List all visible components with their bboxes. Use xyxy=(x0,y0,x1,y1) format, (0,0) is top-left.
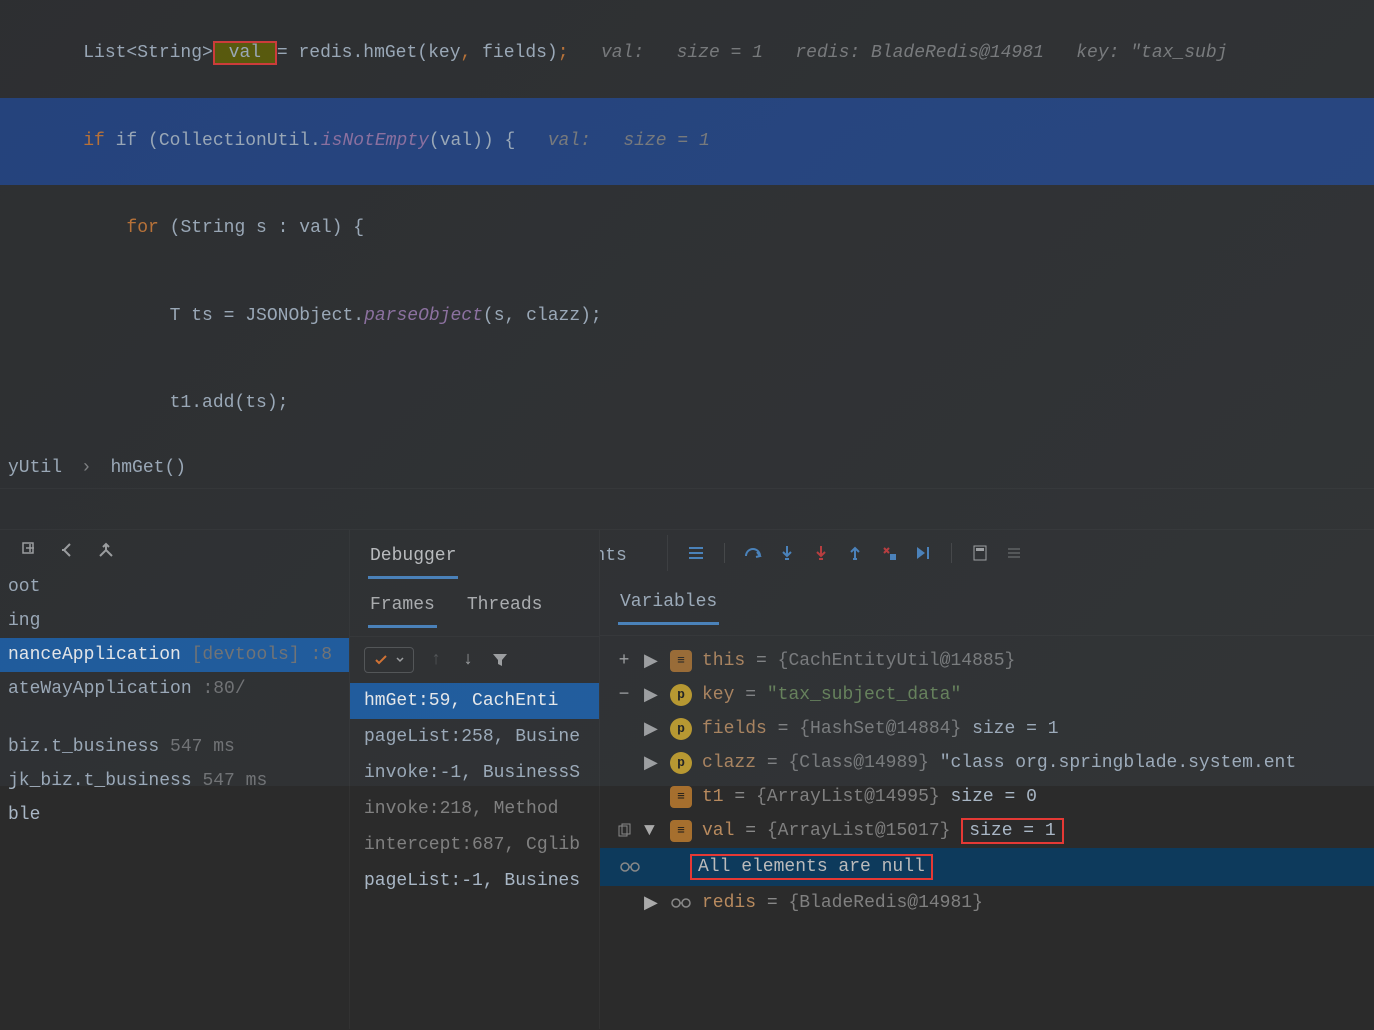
list-item[interactable]: ateWayApplication :80/ xyxy=(0,672,349,706)
code-line-5[interactable]: t1.add(ts); xyxy=(0,360,1374,448)
frame-item[interactable]: pageList:-1, Busines xyxy=(350,863,599,899)
tab-endpoints[interactable]: Endpoints xyxy=(600,540,629,576)
run-to-cursor-icon[interactable] xyxy=(913,543,933,563)
lines-icon[interactable] xyxy=(686,543,706,563)
variables-header: Variables xyxy=(600,576,1374,636)
breadcrumb-sep: › xyxy=(81,458,92,478)
frame-filter-dropdown[interactable] xyxy=(364,647,414,673)
param-badge: p xyxy=(670,718,692,740)
debug-panel: oot ing nanceApplication [devtools] :8 a… xyxy=(0,529,1374,1029)
sub-tab-frames[interactable]: Frames xyxy=(368,591,437,628)
var-row-child[interactable]: All elements are null xyxy=(600,848,1374,886)
code-line-4[interactable]: T ts = JSONObject.parseObject(s, clazz); xyxy=(0,273,1374,361)
code-line-3[interactable]: for (String s : val) { xyxy=(0,185,1374,273)
frame-item[interactable]: pageList:258, Busine xyxy=(350,719,599,755)
list-item-selected[interactable]: nanceApplication [devtools] :8 xyxy=(0,638,349,672)
copy-icon[interactable] xyxy=(616,823,632,839)
drop-frame-icon[interactable] xyxy=(879,543,899,563)
add-icon[interactable]: + xyxy=(619,651,630,671)
expand-icon[interactable]: ▶ xyxy=(644,892,660,914)
run-configs-panel: oot ing nanceApplication [devtools] :8 a… xyxy=(0,530,350,1029)
var-row-clazz[interactable]: ▶ p clazz = {Class@14989} "class org.spr… xyxy=(600,746,1374,780)
branch-icon[interactable] xyxy=(96,540,116,560)
breadcrumb[interactable]: yUtil › hmGet() xyxy=(0,448,1374,489)
left-toolbar xyxy=(0,530,349,570)
breadcrumb-class[interactable]: yUtil xyxy=(8,458,62,478)
step-out-icon[interactable] xyxy=(845,543,865,563)
debug-toolbar xyxy=(667,535,1042,571)
var-row-redis[interactable]: ▶ redis = {BladeRedis@14981} xyxy=(600,886,1374,920)
expand-icon[interactable]: ▶ xyxy=(644,752,660,774)
frame-controls: ↑ ↓ xyxy=(350,637,599,683)
highlighted-variable: val xyxy=(213,41,277,65)
list-item[interactable]: ing xyxy=(0,604,349,638)
frame-item[interactable]: intercept:687, Cglib xyxy=(350,827,599,863)
chevron-down-icon xyxy=(395,655,405,665)
list-item[interactable]: ble xyxy=(0,798,349,832)
list-item[interactable]: oot xyxy=(0,570,349,604)
back-icon[interactable] xyxy=(58,540,78,560)
size-highlight: size = 1 xyxy=(961,818,1063,844)
calculator-icon[interactable] xyxy=(970,543,990,563)
glasses-icon[interactable] xyxy=(619,860,641,874)
object-badge: ≡ xyxy=(670,786,692,808)
list-item[interactable]: jk_biz.t_business 547 ms xyxy=(0,764,349,798)
step-into-icon[interactable] xyxy=(777,543,797,563)
param-badge: p xyxy=(670,684,692,706)
frame-item[interactable]: invoke:-1, BusinessS xyxy=(350,755,599,791)
variables-tree[interactable]: + ▶ ≡ this = {CachEntityUtil@14885} − ▶ … xyxy=(600,636,1374,1029)
target-icon[interactable] xyxy=(20,540,40,560)
var-row-key[interactable]: − ▶ p key = "tax_subject_data" xyxy=(600,678,1374,712)
collapse-icon[interactable]: ▼ xyxy=(644,821,660,841)
settings-icon[interactable] xyxy=(1004,543,1024,563)
arrow-up-icon[interactable]: ↑ xyxy=(426,650,446,670)
force-step-into-icon[interactable] xyxy=(811,543,831,563)
variables-tab[interactable]: Variables xyxy=(618,588,719,625)
frame-item[interactable]: invoke:218, Method xyxy=(350,791,599,827)
expand-icon[interactable]: ▶ xyxy=(644,718,660,740)
filter-icon[interactable] xyxy=(490,650,510,670)
code-line-2-breakpoint[interactable]: if if (CollectionUtil.isNotEmpty(val)) {… xyxy=(0,98,1374,186)
object-badge: ≡ xyxy=(670,650,692,672)
expand-icon[interactable]: ▶ xyxy=(644,650,660,672)
check-icon xyxy=(373,652,389,668)
object-badge: ≡ xyxy=(670,820,692,842)
debug-tabs: Debugger xyxy=(350,530,476,579)
list-item[interactable]: biz.t_business 547 ms xyxy=(0,730,349,764)
glasses-icon xyxy=(670,896,692,910)
code-line-1[interactable]: List<String> val = redis.hmGet(key, fiel… xyxy=(0,10,1374,98)
param-badge: p xyxy=(670,752,692,774)
var-row-this[interactable]: + ▶ ≡ this = {CachEntityUtil@14885} xyxy=(600,644,1374,678)
minus-icon[interactable]: − xyxy=(619,685,630,705)
run-list[interactable]: oot ing nanceApplication [devtools] :8 a… xyxy=(0,570,349,1029)
frame-list[interactable]: hmGet:59, CachEnti pageList:258, Busine … xyxy=(350,683,599,1029)
var-row-val[interactable]: ▼ ≡ val = {ArrayList@15017} size = 1 xyxy=(600,814,1374,848)
frames-panel: Debugger Frames Threads ↑ ↓ hmGet:59, Ca… xyxy=(350,530,600,1029)
null-elements-highlight: All elements are null xyxy=(690,854,933,880)
sub-tab-threads[interactable]: Threads xyxy=(465,591,545,628)
variables-panel: Console Endpoints xyxy=(600,530,1374,1029)
frame-item[interactable]: hmGet:59, CachEnti xyxy=(350,683,599,719)
var-row-fields[interactable]: ▶ p fields = {HashSet@14884} size = 1 xyxy=(600,712,1374,746)
expand-icon[interactable]: ▶ xyxy=(644,684,660,706)
step-over-icon[interactable] xyxy=(743,543,763,563)
sub-tabs: Frames Threads xyxy=(350,579,599,637)
var-row-t1[interactable]: ≡ t1 = {ArrayList@14995} size = 0 xyxy=(600,780,1374,814)
tab-debugger[interactable]: Debugger xyxy=(368,540,458,579)
code-editor[interactable]: List<String> val = redis.hmGet(key, fiel… xyxy=(0,0,1374,448)
arrow-down-icon[interactable]: ↓ xyxy=(458,650,478,670)
breadcrumb-method[interactable]: hmGet() xyxy=(110,458,186,478)
debug-right-tabs: Console Endpoints xyxy=(600,530,647,576)
